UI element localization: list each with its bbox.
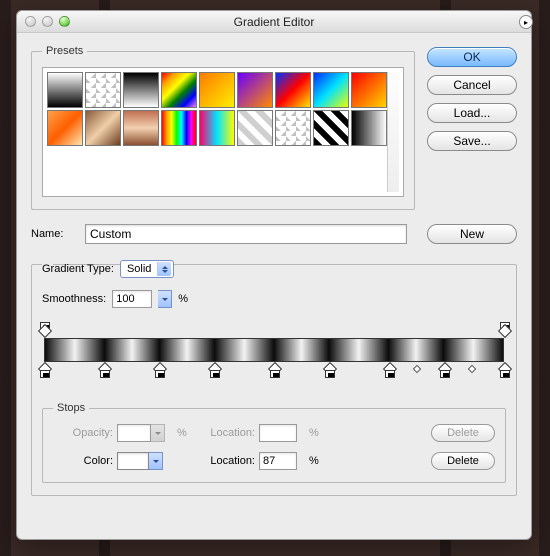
preset-swatch[interactable] xyxy=(313,72,349,108)
preset-swatch[interactable] xyxy=(199,72,235,108)
presets-well xyxy=(42,67,404,197)
preset-swatch[interactable] xyxy=(237,72,273,108)
preset-swatch[interactable] xyxy=(275,72,311,108)
stepper-icon xyxy=(157,262,171,276)
midpoint-handle[interactable] xyxy=(414,366,422,374)
ok-button[interactable]: OK xyxy=(427,47,517,67)
name-field[interactable] xyxy=(85,224,407,244)
color-delete-button[interactable]: Delete xyxy=(431,452,495,470)
opacity-unit: % xyxy=(177,427,199,439)
gradient-type-label: Gradient Type: xyxy=(42,263,114,275)
gradient-type-select[interactable]: Solid xyxy=(120,260,174,278)
presets-scrollbar[interactable] xyxy=(387,72,399,192)
color-stop[interactable] xyxy=(500,364,510,378)
opacity-label: Opacity: xyxy=(53,427,117,439)
gradient-editor-area xyxy=(42,320,506,398)
opacity-dropdown-icon xyxy=(151,424,165,442)
preset-swatch[interactable] xyxy=(123,110,159,146)
preset-swatch[interactable] xyxy=(161,72,197,108)
preset-swatch[interactable] xyxy=(161,110,197,146)
color-stop[interactable] xyxy=(440,364,450,378)
preset-swatch[interactable] xyxy=(237,110,273,146)
opacity-delete-button: Delete xyxy=(431,424,495,442)
color-label: Color: xyxy=(53,455,117,467)
color-stop[interactable] xyxy=(385,364,395,378)
color-swatch xyxy=(117,452,149,470)
midpoint-handle[interactable] xyxy=(469,366,477,374)
gradient-bar[interactable] xyxy=(44,338,504,362)
color-swatch-button[interactable] xyxy=(117,452,177,470)
opacity-stop[interactable] xyxy=(500,322,510,336)
opacity-stop[interactable] xyxy=(40,322,50,336)
color-stop[interactable] xyxy=(270,364,280,378)
color-stop[interactable] xyxy=(155,364,165,378)
preset-swatch[interactable] xyxy=(47,72,83,108)
gradient-type-group: . Gradient Type: Solid Smoothness: % xyxy=(31,258,517,496)
color-location-label: Location: xyxy=(199,455,259,467)
presets-group: Presets ▸ xyxy=(31,45,415,210)
preset-swatch[interactable] xyxy=(123,72,159,108)
color-dropdown-icon[interactable] xyxy=(149,452,163,470)
opacity-location-unit: % xyxy=(309,427,329,439)
opacity-location-label: Location: xyxy=(199,427,259,439)
preset-swatch[interactable] xyxy=(351,110,387,146)
cancel-button[interactable]: Cancel xyxy=(427,75,517,95)
smoothness-dropdown-icon[interactable] xyxy=(158,290,172,308)
presets-menu-icon[interactable]: ▸ xyxy=(519,15,533,29)
load-button[interactable]: Load... xyxy=(427,103,517,123)
presets-grid xyxy=(47,72,387,192)
name-label: Name: xyxy=(31,228,75,240)
stops-group: Stops Opacity: % Location: % Delete Colo… xyxy=(42,402,506,483)
save-button[interactable]: Save... xyxy=(427,131,517,151)
gradient-type-value: Solid xyxy=(127,263,151,275)
color-location-field[interactable] xyxy=(259,452,297,470)
zoom-icon[interactable] xyxy=(59,16,70,27)
close-icon[interactable] xyxy=(25,16,36,27)
preset-swatch[interactable] xyxy=(47,110,83,146)
preset-swatch[interactable] xyxy=(85,110,121,146)
smoothness-label: Smoothness: xyxy=(42,293,106,305)
color-stop[interactable] xyxy=(100,364,110,378)
preset-swatch[interactable] xyxy=(313,110,349,146)
gradient-editor-window: Gradient Editor Presets ▸ xyxy=(16,10,532,540)
preset-swatch[interactable] xyxy=(275,110,311,146)
color-stop[interactable] xyxy=(40,364,50,378)
stops-legend: Stops xyxy=(53,402,89,414)
minimize-icon[interactable] xyxy=(42,16,53,27)
opacity-field xyxy=(117,424,151,442)
window-title: Gradient Editor xyxy=(17,15,531,29)
opacity-location-field xyxy=(259,424,297,442)
color-location-unit: % xyxy=(309,455,329,467)
presets-legend: Presets xyxy=(42,45,87,57)
smoothness-field[interactable] xyxy=(112,290,152,308)
preset-swatch[interactable] xyxy=(199,110,235,146)
color-stop[interactable] xyxy=(325,364,335,378)
smoothness-unit: % xyxy=(178,293,188,305)
preset-swatch[interactable] xyxy=(85,72,121,108)
preset-swatch[interactable] xyxy=(351,72,387,108)
titlebar: Gradient Editor xyxy=(17,11,531,33)
new-button[interactable]: New xyxy=(427,224,517,244)
color-stop[interactable] xyxy=(210,364,220,378)
